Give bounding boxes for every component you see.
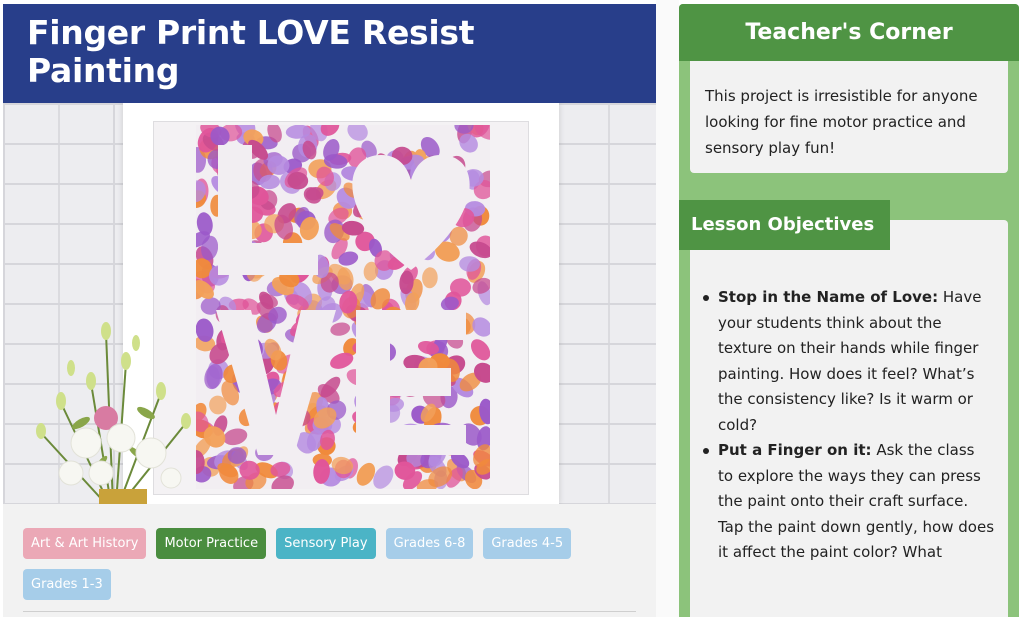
tag-grades-6-8[interactable]: Grades 6-8 [385,528,474,559]
letter-shape [218,243,318,275]
article-main: Finger Print LOVE Resist Painting Art & … [3,4,656,617]
fingerprint-painting-svg [196,125,490,489]
objective-title: Put a Finger on it: [718,441,872,459]
tag-sensory-play[interactable]: Sensory Play [276,528,376,559]
lesson-objectives-body: Stop in the Name of Love: Have your stud… [690,220,1008,617]
sidebar-panel: Teacher's Corner This project is irresis… [679,4,1019,617]
lesson-objectives-heading: Lesson Objectives [679,200,890,250]
tag-art-history[interactable]: Art & Art History [23,528,147,559]
list-item: Put a Finger on it: Ask the class to exp… [703,438,995,566]
tag-list: Art & Art History Motor Practice Sensory… [23,528,636,600]
fingerprint-mark [330,322,351,336]
letter-shape [356,368,451,396]
objective-title: Stop in the Name of Love: [718,288,939,306]
objectives-list: Stop in the Name of Love: Have your stud… [703,285,995,566]
tag-grades-1-3[interactable]: Grades 1-3 [23,569,111,600]
letter-shape [356,425,466,455]
section-divider [23,611,636,612]
title-banner: Finger Print LOVE Resist Painting [3,4,656,103]
background-gap [656,0,679,617]
fingerprint-mark [422,267,438,289]
letter-shape [356,310,466,340]
objective-text: Ask the class to explore the ways they c… [718,441,995,561]
fingerprint-mark [470,339,490,361]
objective-text: Have your students think about the textu… [718,288,982,434]
love-painting [196,125,490,489]
tags-section: Art & Art History Motor Practice Sensory… [3,504,656,617]
tag-motor-practice[interactable]: Motor Practice [156,528,267,559]
teachers-corner-heading: Teacher's Corner [679,4,1019,61]
hero-image [3,103,656,504]
flower-vase-illustration [36,322,191,504]
list-item: Stop in the Name of Love: Have your stud… [703,285,994,438]
teachers-corner-text: This project is irresistible for anyone … [690,61,1008,173]
page-title: Finger Print LOVE Resist Painting [27,13,475,90]
tag-grades-4-5[interactable]: Grades 4-5 [483,528,572,559]
